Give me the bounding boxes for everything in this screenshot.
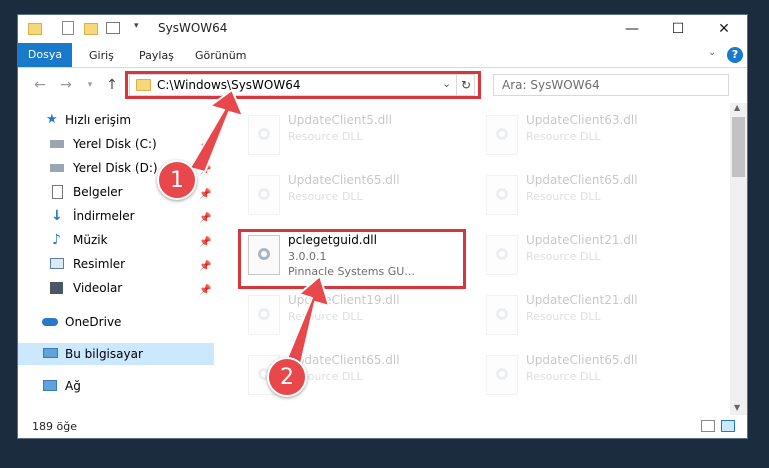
scroll-up-icon[interactable]: ▲ <box>734 103 740 112</box>
file-item[interactable]: UpdateClient63.dll Resource DLL <box>482 109 712 165</box>
minimize-button[interactable]: — <box>609 15 655 43</box>
properties-icon[interactable] <box>62 21 74 35</box>
vertical-scrollbar[interactable]: ▲ ▼ <box>730 103 747 415</box>
details-view-icon[interactable] <box>701 420 715 432</box>
video-icon <box>50 282 63 294</box>
pin-icon[interactable]: 📌 <box>199 184 211 206</box>
status-bar: 189 öğe <box>18 415 747 438</box>
pin-icon[interactable]: 📌 <box>199 208 211 230</box>
pin-icon[interactable]: 📌 <box>199 232 211 254</box>
file-item[interactable]: UpdateClient5.dll Resource DLL <box>244 109 474 165</box>
sidebar-item-pictures[interactable]: Resimler 📌 <box>18 253 214 275</box>
tab-view[interactable]: Görünüm <box>191 46 250 66</box>
recent-dropdown-icon[interactable]: ▾ <box>80 74 100 96</box>
maximize-button[interactable]: ☐ <box>655 15 701 43</box>
pin-icon[interactable]: 📌 <box>199 280 211 302</box>
sidebar-item-videos[interactable]: Videolar 📌 <box>18 277 214 299</box>
dll-file-icon <box>248 295 280 335</box>
sidebar-item-quick-access[interactable]: ★ Hızlı erişim <box>18 109 214 131</box>
scrollbar-thumb[interactable] <box>732 117 745 177</box>
tab-share[interactable]: Paylaş <box>135 46 178 66</box>
new-folder-icon[interactable] <box>84 23 98 35</box>
up-arrow-icon[interactable]: ↑ <box>102 74 122 96</box>
sidebar-item-disk-c[interactable]: Yerel Disk (C:) 📌 <box>18 133 214 155</box>
dll-file-icon <box>486 175 518 215</box>
sidebar-item-this-pc[interactable]: Bu bilgisayar <box>18 343 214 365</box>
dll-file-icon <box>248 175 280 215</box>
window-title: SysWOW64 <box>158 21 228 35</box>
pin-icon[interactable]: 📌 <box>199 136 211 158</box>
computer-icon <box>43 348 58 358</box>
file-item[interactable]: UpdateClient19.dll Resource DLL <box>244 289 474 345</box>
step-2-badge: 2 <box>267 357 307 397</box>
ribbon: Dosya Giriş Paylaş Görünüm ⌄ ? <box>18 43 747 68</box>
drive-icon <box>50 164 64 172</box>
large-icons-view-icon[interactable] <box>721 420 735 432</box>
network-icon <box>43 380 57 391</box>
download-icon: ↓ <box>51 208 63 224</box>
dll-file-icon <box>248 115 280 155</box>
search-input[interactable]: Ara: SysWOW64 <box>493 74 729 96</box>
file-item[interactable]: UpdateClient65.dll Resource DLL <box>244 169 474 225</box>
document-icon <box>52 185 63 199</box>
pin-icon[interactable]: 📌 <box>199 160 211 182</box>
drive-icon <box>50 140 64 148</box>
picture-icon <box>50 258 64 269</box>
tab-file[interactable]: Dosya <box>18 43 72 67</box>
file-item[interactable]: UpdateClient65.dll Resource DLL <box>482 169 712 225</box>
back-arrow-icon[interactable]: ← <box>30 74 50 96</box>
close-button[interactable]: ✕ <box>701 15 747 43</box>
star-icon: ★ <box>46 112 58 127</box>
folder-icon <box>28 23 42 35</box>
chevron-down-icon[interactable]: ⌄ <box>708 47 716 58</box>
dll-file-icon <box>486 115 518 155</box>
file-highlight-box <box>238 229 466 289</box>
explorer-window: ▾ SysWOW64 — ☐ ✕ Dosya Giriş Paylaş Görü… <box>17 14 748 439</box>
dll-file-icon <box>486 355 518 395</box>
dropdown-icon[interactable]: ▾ <box>134 21 139 37</box>
customize-icon[interactable] <box>106 22 120 34</box>
step-1-badge: 1 <box>157 160 197 200</box>
scroll-down-icon[interactable]: ▼ <box>734 403 740 412</box>
item-count: 189 öğe <box>32 420 77 433</box>
cloud-icon <box>42 318 58 326</box>
file-item[interactable]: UpdateClient65.dll Resource DLL <box>482 349 712 405</box>
sidebar-item-onedrive[interactable]: OneDrive <box>18 311 214 333</box>
forward-arrow-icon[interactable]: → <box>56 74 76 96</box>
sidebar-item-downloads[interactable]: ↓ İndirmeler 📌 <box>18 205 214 227</box>
file-item[interactable]: UpdateClient21.dll Resource DLL <box>482 229 712 285</box>
pin-icon[interactable]: 📌 <box>199 256 211 278</box>
address-highlight-box <box>125 71 481 99</box>
title-bar: ▾ SysWOW64 — ☐ ✕ <box>18 15 747 43</box>
music-icon: ♪ <box>52 232 61 248</box>
sidebar-item-network[interactable]: Ağ <box>18 375 214 397</box>
sidebar-item-music[interactable]: ♪ Müzik 📌 <box>18 229 214 251</box>
dll-file-icon <box>486 295 518 335</box>
file-item[interactable]: UpdateClient21.dll Resource DLL <box>482 289 712 345</box>
dll-file-icon <box>486 235 518 275</box>
tab-home[interactable]: Giriş <box>85 46 118 66</box>
navigation-pane: ★ Hızlı erişim Yerel Disk (C:) 📌 Yerel D… <box>18 103 214 415</box>
help-icon[interactable]: ? <box>727 47 743 63</box>
